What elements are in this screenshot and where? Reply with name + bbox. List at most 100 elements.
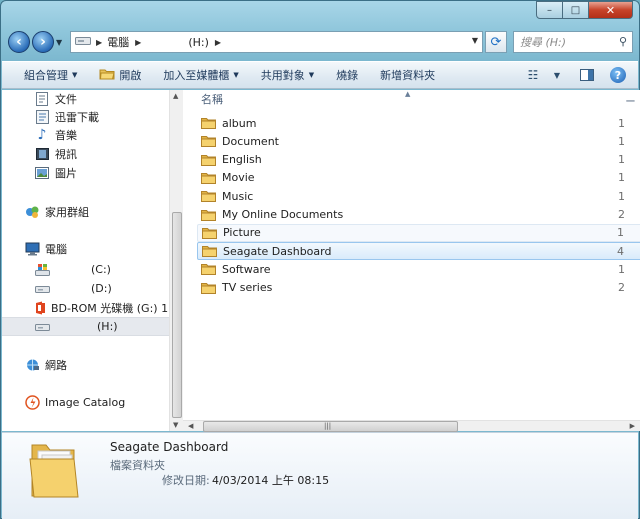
- search-input[interactable]: 搜尋 (H:) ⚲: [513, 31, 633, 53]
- column-header-name[interactable]: 名稱: [183, 90, 640, 108]
- breadcrumb-drive-h[interactable]: (H:): [188, 36, 209, 49]
- preview-pane-icon[interactable]: [576, 66, 598, 84]
- address-bar[interactable]: ▶ 電腦 ▶ (H:) ▶ ▼: [70, 31, 483, 53]
- nav-item-thunder-downloads[interactable]: 迅雷下載: [2, 107, 169, 126]
- nav-label: 電腦: [45, 242, 67, 256]
- folder-icon: [201, 263, 216, 276]
- new-folder-label: 新增資料夾: [380, 69, 436, 82]
- folder-icon: [201, 117, 216, 129]
- nav-label: (C:): [91, 263, 111, 276]
- nav-item-computer[interactable]: 電腦: [2, 239, 169, 258]
- scrollbar-thumb[interactable]: |||: [203, 421, 458, 432]
- minimize-button[interactable]: –: [536, 1, 563, 19]
- image-catalog-icon: [24, 395, 40, 411]
- drive-icon: [34, 319, 50, 335]
- folder-icon: [201, 190, 216, 203]
- chevron-down-icon[interactable]: ▼: [546, 66, 568, 84]
- nav-item-drive-c[interactable]: (C:): [2, 260, 169, 279]
- share-with-button[interactable]: 共用對象 ▼: [261, 67, 314, 83]
- close-button[interactable]: ✕: [589, 1, 633, 19]
- organize-label: 組合管理: [24, 69, 68, 82]
- homegroup-icon: [24, 204, 40, 220]
- file-list-pane: 名稱 ▲ ㄧ album 1 Document 1 English 1 Movie 1 Musi…: [183, 90, 640, 420]
- burn-button[interactable]: 燒錄: [336, 67, 358, 83]
- chevron-down-icon: ▼: [308, 71, 315, 79]
- file-list-item[interactable]: Movie 1: [197, 169, 640, 187]
- open-folder-icon: [99, 67, 116, 83]
- back-button[interactable]: ‹: [8, 31, 30, 53]
- breadcrumb-separator-icon[interactable]: ▶: [215, 38, 221, 47]
- search-placeholder: 搜尋 (H:): [520, 36, 567, 49]
- computer-icon: [24, 241, 40, 257]
- help-icon[interactable]: ?: [610, 67, 626, 83]
- nav-item-drive-h[interactable]: (H:): [2, 317, 169, 336]
- nav-label: 圖片: [55, 166, 77, 180]
- nav-item-drive-d[interactable]: (D:): [2, 279, 169, 298]
- scroll-right-icon[interactable]: ▶: [630, 422, 635, 430]
- maximize-button[interactable]: □: [563, 1, 589, 19]
- nav-item-homegroup[interactable]: 家用群組: [2, 202, 169, 221]
- file-date-partial: 1: [617, 226, 624, 240]
- folder-icon: [201, 282, 216, 294]
- file-list-item[interactable]: Software 1: [197, 260, 640, 278]
- details-item-name: Seagate Dashboard: [110, 440, 229, 454]
- scrollbar-grip-icon: |||: [324, 422, 332, 430]
- column-header-label: 名稱: [201, 93, 223, 106]
- nav-label: Image Catalog: [45, 396, 126, 409]
- file-date-partial: 1: [618, 153, 625, 167]
- file-name: album: [222, 116, 257, 130]
- breadcrumb-computer[interactable]: 電腦: [107, 34, 129, 50]
- file-date-partial: 2: [618, 208, 625, 221]
- file-list-item[interactable]: album 1: [197, 114, 640, 132]
- nav-item-image-catalog[interactable]: Image Catalog: [2, 393, 169, 412]
- file-list-item[interactable]: My Online Documents 2: [197, 206, 640, 224]
- organize-button[interactable]: 組合管理 ▼: [24, 67, 77, 83]
- scrollbar-thumb[interactable]: [172, 212, 182, 418]
- file-list-item[interactable]: English 1: [197, 151, 640, 169]
- nav-item-pictures[interactable]: 圖片: [2, 163, 169, 182]
- folder-icon: [201, 135, 216, 148]
- column-header-next[interactable]: ㄧ: [625, 93, 636, 109]
- nav-item-bd-rom-g[interactable]: BD-ROM 光碟機 (G:) 15.: [2, 298, 169, 317]
- file-list-item[interactable]: Document 1: [197, 132, 640, 150]
- file-name: TV series: [222, 281, 273, 295]
- forward-button[interactable]: ›: [32, 31, 54, 53]
- file-date-partial: 1: [618, 171, 625, 185]
- file-list-item[interactable]: Picture 1: [197, 223, 640, 242]
- nav-item-videos[interactable]: 視訊: [2, 144, 169, 163]
- details-pane: Seagate Dashboard 檔案資料夾 修改日期: 4/03/2014 …: [2, 432, 638, 519]
- scroll-down-icon[interactable]: ▼: [173, 421, 178, 429]
- nav-item-documents[interactable]: 文件: [2, 90, 169, 108]
- scroll-up-icon[interactable]: ▲: [173, 92, 178, 100]
- refresh-button[interactable]: ⟳: [485, 31, 507, 53]
- chevron-down-icon: ▼: [233, 71, 239, 79]
- horizontal-scrollbar[interactable]: ◀ ||| ▶: [183, 420, 640, 432]
- back-arrow-icon: ‹: [16, 34, 22, 50]
- windows-drive-icon: [34, 262, 50, 278]
- add-to-library-button[interactable]: 加入至媒體櫃 ▼: [163, 67, 238, 83]
- nav-item-network[interactable]: 網路: [2, 355, 169, 374]
- breadcrumb-separator-icon[interactable]: ▶: [96, 38, 102, 47]
- office-disc-icon: [34, 300, 46, 316]
- file-list-item[interactable]: Seagate Dashboard 4: [197, 242, 640, 261]
- view-options-icon[interactable]: ☷: [522, 66, 544, 84]
- nav-item-music[interactable]: ♪ 音樂: [2, 125, 169, 144]
- breadcrumb-separator-icon[interactable]: ▶: [135, 38, 141, 47]
- folder-icon: [202, 245, 217, 258]
- file-name: Software: [222, 262, 271, 276]
- file-list-item[interactable]: Music 1: [197, 187, 640, 205]
- sort-ascending-icon: ▲: [405, 90, 411, 98]
- scroll-left-icon[interactable]: ◀: [188, 422, 193, 430]
- file-list-item[interactable]: TV series 2: [197, 279, 640, 297]
- new-folder-button[interactable]: 新增資料夾: [380, 67, 435, 83]
- search-icon[interactable]: ⚲: [619, 35, 627, 48]
- add-to-library-label: 加入至媒體櫃: [163, 69, 230, 82]
- navigation-scrollbar[interactable]: ▲ ▼: [169, 90, 183, 431]
- file-name: Seagate Dashboard: [223, 244, 332, 258]
- recent-pages-dropdown-icon[interactable]: ▼: [56, 38, 66, 47]
- view-controls: ☷ ▼ ?: [514, 66, 626, 84]
- open-button[interactable]: 開啟: [99, 67, 141, 83]
- address-dropdown-icon[interactable]: ▼: [472, 36, 478, 45]
- explorer-window: – □ ✕ ‹ › ▼ ▶ 電腦 ▶ (H:) ▶ ▼ ⟳ 搜尋 (H:) ⚲ …: [0, 0, 640, 519]
- file-name: English: [222, 153, 262, 167]
